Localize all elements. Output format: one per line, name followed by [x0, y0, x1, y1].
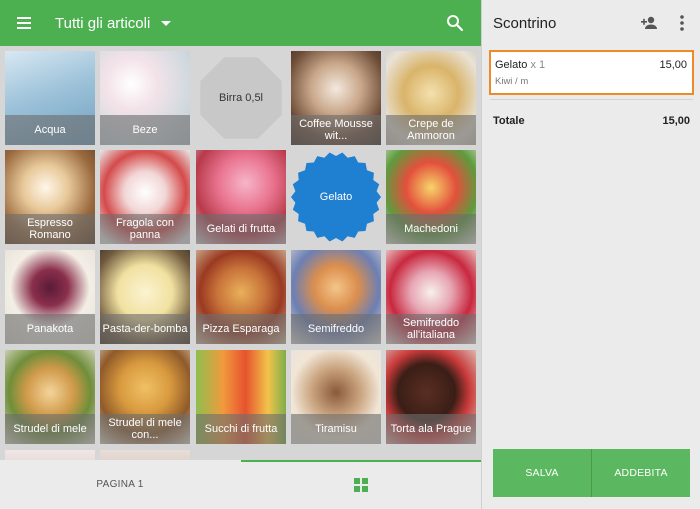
product-label: Machedoni	[386, 214, 476, 244]
page-tab[interactable]: PAGINA 1	[0, 460, 240, 509]
item-price: 15,00	[659, 59, 687, 71]
app-bar: Tutti gli articoli	[0, 0, 481, 46]
grid-view-icon	[354, 477, 368, 492]
receipt-header: Scontrino	[482, 0, 700, 46]
add-person-icon[interactable]	[640, 14, 658, 32]
product-label: Semifreddo	[291, 314, 381, 344]
charge-button[interactable]: ADDEBITA	[592, 449, 690, 497]
product-label: Espresso Romano	[5, 214, 95, 244]
item-name-row: Gelato x 1	[495, 59, 545, 71]
product-tile[interactable]: Semifreddo	[291, 250, 381, 344]
receipt-panel: Scontrino Gelato x 1 15,00 Kiwi / m Tota…	[481, 0, 700, 509]
more-vert-icon[interactable]	[678, 13, 686, 33]
caret-down-icon	[161, 20, 172, 26]
product-tile[interactable]: Coffee Mousse wit...	[291, 51, 381, 145]
product-label: Pizza Esparaga	[196, 314, 286, 344]
product-label: Acqua	[5, 115, 95, 145]
product-label: Succhi di frutta	[196, 414, 286, 444]
item-variant: Kiwi / m	[495, 76, 529, 87]
product-label: Coffee Mousse wit...	[291, 115, 381, 145]
bottom-bar: PAGINA 1	[0, 460, 481, 509]
product-label: Birra 0,5l	[218, 92, 264, 104]
product-label: Crepe de Ammoron	[386, 115, 476, 145]
product-tile[interactable]: Strudel di mele	[5, 350, 95, 444]
product-tile[interactable]: Gelati di frutta	[196, 150, 286, 244]
product-tile[interactable]: Fragola con panna	[100, 150, 190, 244]
product-tile[interactable]: Tiramisu	[291, 350, 381, 444]
total-row: Totale 15,00	[493, 115, 690, 127]
product-tile[interactable]: Beze	[100, 51, 190, 145]
product-tile[interactable]	[5, 450, 95, 460]
product-tile[interactable]: Strudel di mele con...	[100, 350, 190, 444]
product-tile[interactable]: Machedoni	[386, 150, 476, 244]
product-tile[interactable]	[100, 450, 190, 460]
product-tile[interactable]: Succhi di frutta	[196, 350, 286, 444]
product-tile[interactable]: Crepe de Ammoron	[386, 51, 476, 145]
category-dropdown[interactable]: Tutti gli articoli	[55, 14, 172, 32]
total-label: Totale	[493, 115, 525, 127]
receipt-actions: SALVA ADDEBITA	[493, 449, 690, 497]
product-image	[5, 450, 95, 460]
product-label: Strudel di mele con...	[100, 414, 190, 444]
product-tile[interactable]: Birra 0,5l	[196, 51, 286, 145]
product-label: Fragola con panna	[100, 214, 190, 244]
products-panel: Tutti gli articoli Acqua Beze Birra 0,5l Co…	[0, 0, 481, 509]
product-tile[interactable]: Pizza Esparaga	[196, 250, 286, 344]
product-tile[interactable]: Torta ala Prague	[386, 350, 476, 444]
product-label: Pasta-der-bomba	[100, 314, 190, 344]
receipt-line-item[interactable]: Gelato x 1 15,00 Kiwi / m	[489, 50, 694, 95]
product-label: Gelati di frutta	[196, 214, 286, 244]
divider	[490, 99, 693, 100]
category-title: Tutti gli articoli	[55, 14, 151, 32]
product-tile[interactable]: Gelato	[291, 150, 381, 244]
menu-icon[interactable]	[0, 0, 48, 46]
product-tile[interactable]: Panakota	[5, 250, 95, 344]
product-tile[interactable]: Pasta-der-bomba	[100, 250, 190, 344]
search-icon[interactable]	[445, 13, 465, 33]
product-label: Panakota	[5, 314, 95, 344]
product-label: Beze	[100, 115, 190, 145]
product-label: Semifreddo all'italiana	[386, 314, 476, 344]
item-qty: x 1	[530, 59, 546, 71]
product-image	[100, 450, 190, 460]
product-label: Strudel di mele	[5, 414, 95, 444]
product-label: Tiramisu	[291, 414, 381, 444]
save-button[interactable]: SALVA	[493, 449, 591, 497]
product-grid: Acqua Beze Birra 0,5l Coffee Mousse wit... C…	[0, 46, 481, 460]
product-label: Gelato	[319, 191, 353, 203]
product-label: Torta ala Prague	[386, 414, 476, 444]
product-tile[interactable]: Semifreddo all'italiana	[386, 250, 476, 344]
product-tile[interactable]: Espresso Romano	[5, 150, 95, 244]
item-name: Gelato	[495, 59, 528, 71]
grid-view-button[interactable]	[241, 460, 481, 509]
product-tile[interactable]: Acqua	[5, 51, 95, 145]
receipt-title: Scontrino	[493, 14, 557, 32]
total-value: 15,00	[662, 115, 690, 127]
